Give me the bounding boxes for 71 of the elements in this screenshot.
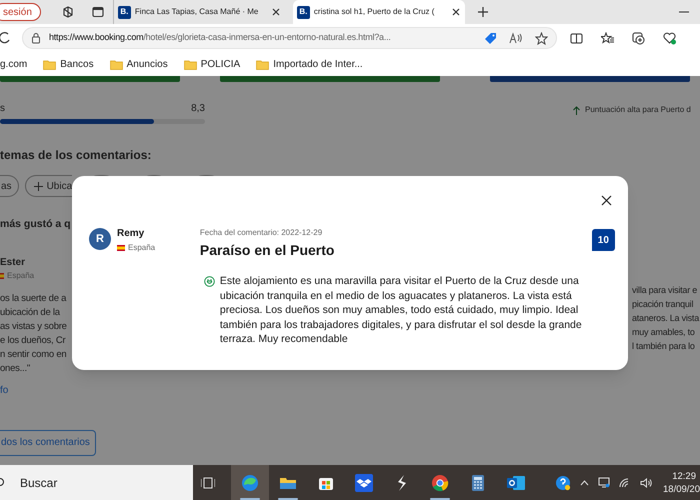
review-text-line: e los dueños, Cr [0, 334, 66, 348]
review-text: Este alojamiento es una maravilla para visitar el Puerto de la Cruz desde una ubicación tranquila en el medio de los aguacates y plataneros. La vista está preciosa. Los dueños son muy amables, todo está cuidado, muy limpio. Ideal también para los trabajadores digitales, y para disfrutar el sol desde la grande terraza. Muy recomendable [220, 274, 583, 346]
close-icon[interactable] [450, 7, 461, 17]
url-text: https://www.booking.com/hotel/es/glorieta-casa-inmersa-en-un-entorno-natural.es.html?a... [49, 31, 392, 44]
review-text-line: os la suerte de a [0, 292, 68, 306]
bookmark[interactable]: POLICIA [200, 56, 240, 72]
clock-time: 12:29 [672, 470, 697, 482]
speaker-icon[interactable] [640, 478, 652, 488]
section-heading: temas de los comentarios: [0, 147, 152, 164]
review-title: Paraíso en el Puerto [200, 241, 336, 260]
box-icon[interactable] [354, 472, 374, 492]
topic-chip[interactable]: as [0, 175, 19, 197]
workspaces-icon[interactable] [60, 5, 75, 19]
score-label: s [0, 102, 5, 116]
review-text-line: l también para lo [632, 340, 696, 353]
smiley-icon [204, 276, 215, 287]
chevron-up-icon[interactable] [580, 480, 589, 486]
review-text-line: ubicación de la [0, 306, 61, 320]
review-date: Fecha del comentario: 2022-12-29 [200, 227, 324, 239]
favicon-icon: B. [118, 6, 131, 18]
close-icon[interactable] [600, 195, 612, 206]
search-box[interactable]: Buscar [0, 465, 193, 500]
profile-button[interactable]: sesión [0, 3, 41, 21]
tab-actions-icon[interactable] [90, 5, 105, 19]
review-text-line: n sentir como en [0, 348, 68, 362]
review-text-line: as vistas y sobre [0, 320, 68, 334]
reviewer-name: Ester [0, 256, 26, 270]
review-text-line: muy amables, to [632, 326, 696, 339]
reviewer-country: España [128, 242, 156, 254]
spain-flag-icon [117, 245, 125, 251]
tab-title: cristina sol h1, Puerto de la Cruz ( [314, 6, 436, 18]
bookmark[interactable]: Importado de Inter... [273, 56, 363, 72]
star-icon[interactable] [535, 32, 548, 44]
reload-icon[interactable] [0, 31, 10, 45]
arrow-up-icon [573, 106, 580, 114]
review-text-line: ones..." [0, 362, 31, 376]
minimize-icon[interactable] [679, 10, 689, 14]
review-text-line: picación tranquil [632, 298, 694, 311]
task-view-icon[interactable] [201, 476, 215, 488]
score-value: 8,3 [191, 102, 205, 116]
reviewer-country: España [7, 270, 34, 282]
tag-icon[interactable] [484, 32, 497, 44]
favicon-icon: B. [296, 6, 310, 18]
bookmark[interactable]: g.com [0, 56, 28, 72]
bookmark[interactable]: Anuncios [126, 56, 168, 72]
address-field[interactable]: https://www.booking.com/hotel/es/glorieta-casa-inmersa-en-un-entorno-natural.es.html?a... [22, 27, 557, 49]
score-badge: 10 [592, 229, 615, 251]
browser-icon[interactable] [430, 472, 450, 492]
heart-pulse-icon[interactable] [663, 32, 676, 44]
section-heading: más gustó a q [0, 217, 70, 232]
help-icon[interactable] [555, 474, 571, 490]
display-icon[interactable] [598, 477, 610, 488]
review-text-line: villa para visitar e [632, 284, 698, 297]
favorites-icon[interactable] [601, 32, 614, 44]
plus-icon [34, 182, 43, 190]
topic-chip[interactable]: Ubica [24, 175, 72, 197]
browser-tab[interactable]: B. cristina sol h1, Puerto de la Cruz ( [292, 0, 465, 24]
close-icon[interactable] [270, 7, 281, 17]
split-screen-icon[interactable] [570, 32, 583, 44]
clock-date: 18/09/20 [663, 482, 700, 496]
score-note: Puntuación alta para Puerto d [585, 104, 691, 116]
wifi-icon[interactable] [619, 478, 631, 488]
bookmark[interactable]: Bancos [60, 56, 94, 72]
new-tab-icon[interactable] [476, 6, 489, 18]
avatar: R [89, 228, 111, 250]
tab-title: Finca Las Tapias, Casa Mañé · Me [134, 6, 260, 18]
reviewer-name: Remy [117, 227, 146, 241]
read-aloud-icon[interactable] [509, 32, 523, 44]
review-text-line: ataneros. La vista [632, 312, 700, 325]
collections-icon[interactable] [632, 32, 645, 44]
lock-icon [31, 32, 41, 44]
